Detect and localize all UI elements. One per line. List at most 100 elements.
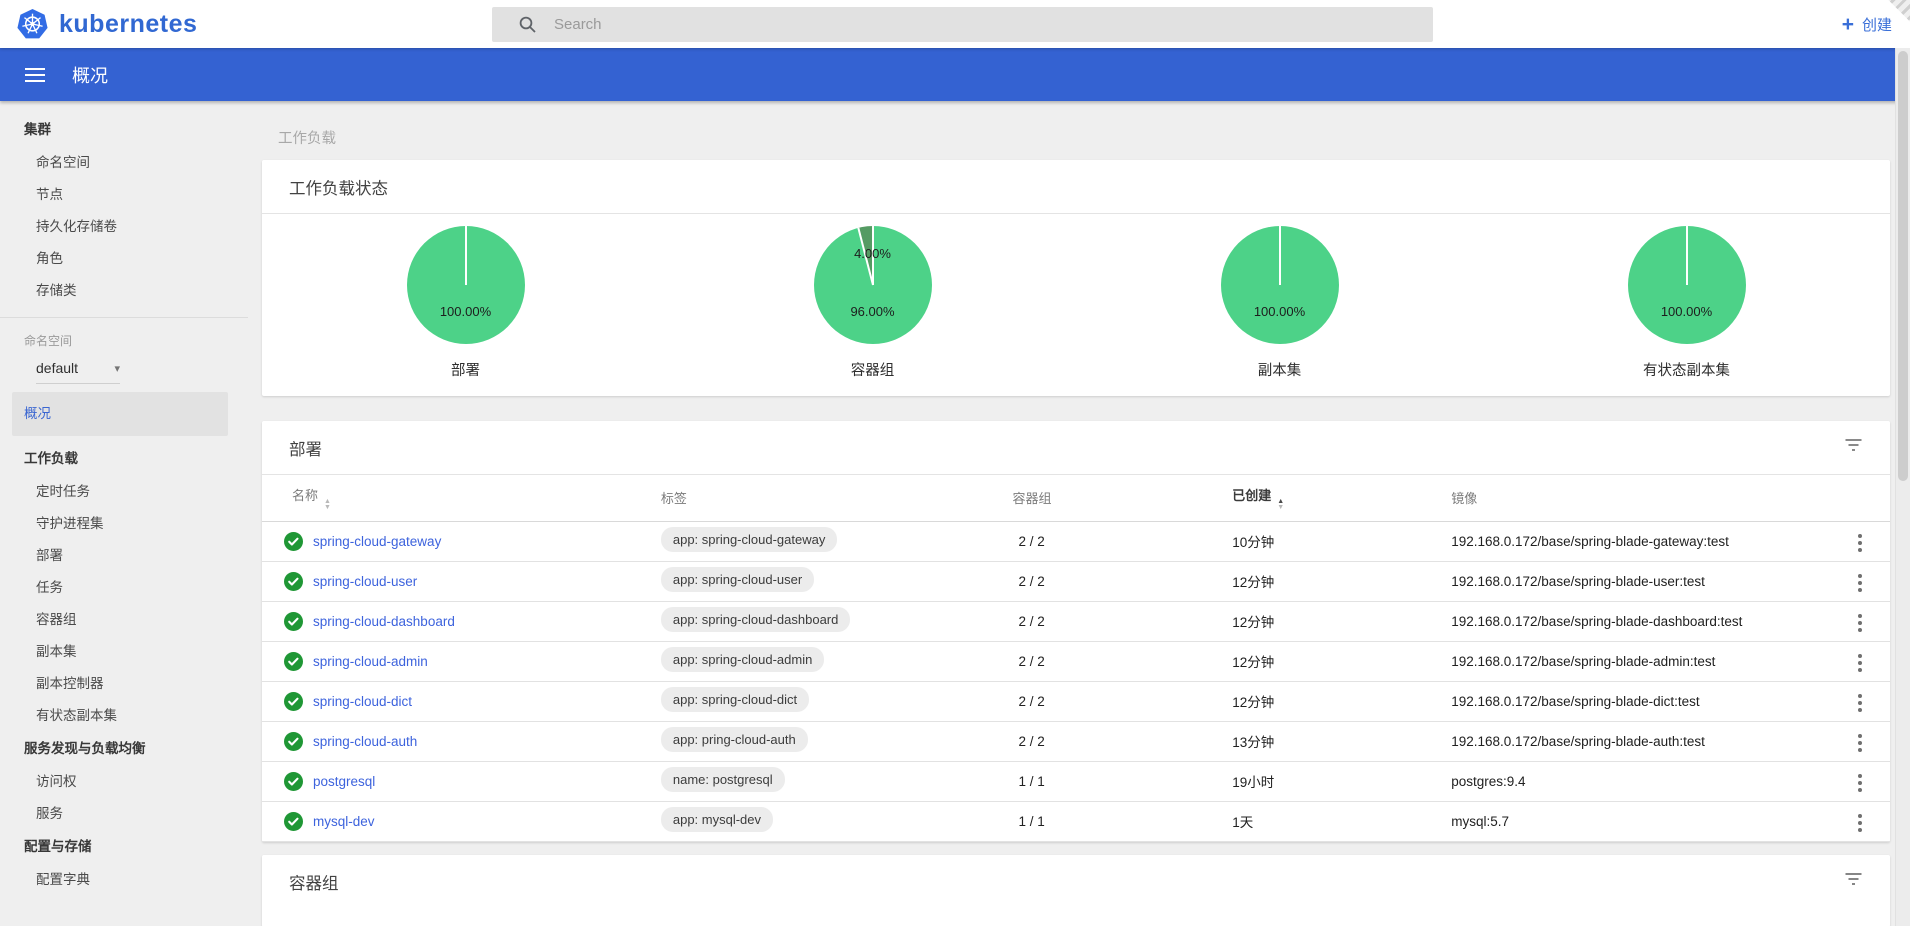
filter-icon[interactable] <box>1841 434 1866 461</box>
sort-arrows-icon: ▲▼ <box>324 499 331 511</box>
sidebar-item-10[interactable]: 工作负载 <box>0 442 248 476</box>
label-chip: name: postgresql <box>661 767 785 792</box>
breadcrumb: 工作负载 <box>262 127 1890 147</box>
sidebar-item-19[interactable]: 服务发现与负载均衡 <box>0 732 248 766</box>
namespace-select[interactable]: default▾ <box>36 360 120 384</box>
deployment-name-link[interactable]: spring-cloud-dashboard <box>313 614 455 629</box>
deployment-name-link[interactable]: spring-cloud-user <box>313 574 417 589</box>
table-row: spring-cloud-user app: spring-cloud-user… <box>262 561 1890 601</box>
sidebar-item-17[interactable]: 副本控制器 <box>0 668 248 700</box>
sidebar-item-12[interactable]: 守护进程集 <box>0 508 248 540</box>
pie-divider-line <box>1686 226 1688 285</box>
deployments-card-head: 部署 <box>262 421 1890 475</box>
deployment-name-link[interactable]: spring-cloud-admin <box>313 654 428 669</box>
sidebar-item-3[interactable]: 持久化存储卷 <box>0 211 248 243</box>
pods-count: 2 / 2 <box>1013 641 1233 681</box>
pie-percent-label: 96.00% <box>814 304 932 319</box>
sidebar-item-23[interactable]: 配置字典 <box>0 864 248 896</box>
deployments-title: 部署 <box>289 436 322 460</box>
plus-icon: + <box>1842 14 1854 35</box>
workload-pie: 100.00% 部署 <box>262 226 669 380</box>
column-header-0[interactable]: 名称 ▲▼ <box>262 475 661 521</box>
sidebar-item-9[interactable]: 概况 <box>12 392 228 436</box>
search-icon <box>518 15 537 34</box>
sidebar-item-5[interactable]: 存储类 <box>0 275 248 307</box>
workload-status-pies: 100.00%部署96.00%4.00%容器组100.00%副本集100.00%… <box>262 214 1890 396</box>
page-title: 概况 <box>72 62 108 88</box>
main-content: 工作负载 工作负载状态 100.00%部署96.00%4.00%容器组100.0… <box>248 101 1910 926</box>
deployments-table: 名称 ▲▼ 标签 容器组已创建▲▼镜像 spring-cloud-gateway ap… <box>262 475 1890 842</box>
kubernetes-logo-icon <box>16 8 49 41</box>
created-age: 13分钟 <box>1232 721 1451 761</box>
page-scrollbar[interactable] <box>1895 48 1910 926</box>
deployments-table-body: spring-cloud-gateway app: spring-cloud-g… <box>262 521 1890 841</box>
kebab-menu-icon[interactable] <box>1852 530 1868 556</box>
scrollbar-thumb[interactable] <box>1898 51 1908 481</box>
deployment-name-link[interactable]: spring-cloud-dict <box>313 694 412 709</box>
sidebar-item-13[interactable]: 部署 <box>0 540 248 572</box>
column-header-3[interactable]: 已创建▲▼ <box>1232 475 1451 521</box>
sidebar-item-14[interactable]: 任务 <box>0 572 248 604</box>
sidebar-item-4[interactable]: 角色 <box>0 243 248 275</box>
namespace-value: default <box>36 360 78 376</box>
pie-divider-line <box>1279 226 1281 285</box>
workload-pie: 96.00%4.00%容器组 <box>669 226 1076 380</box>
create-button[interactable]: + 创建 <box>1842 0 1892 48</box>
pie-percent-label: 100.00% <box>407 304 525 319</box>
kebab-menu-icon[interactable] <box>1852 610 1868 636</box>
pie-category-label: 部署 <box>451 359 480 380</box>
status-ok-icon <box>284 532 303 551</box>
pods-count: 2 / 2 <box>1013 601 1233 641</box>
sidebar-item-20[interactable]: 访问权 <box>0 766 248 798</box>
sidebar-divider <box>0 317 248 318</box>
sidebar-item-1[interactable]: 命名空间 <box>0 147 248 179</box>
image-name: 192.168.0.172/base/spring-blade-gateway:… <box>1451 521 1843 561</box>
status-ok-icon <box>284 572 303 591</box>
image-name: postgres:9.4 <box>1451 761 1843 801</box>
sidebar-item-0[interactable]: 集群 <box>0 113 248 147</box>
sidebar-item-16[interactable]: 副本集 <box>0 636 248 668</box>
label-chip: app: spring-cloud-gateway <box>661 527 837 552</box>
kebab-menu-icon[interactable] <box>1852 570 1868 596</box>
pods-card-head: 容器组 <box>262 855 1890 909</box>
sidebar-item-21[interactable]: 服务 <box>0 798 248 830</box>
kebab-menu-icon[interactable] <box>1852 690 1868 716</box>
brand[interactable]: kubernetes <box>16 8 197 41</box>
created-age: 19小时 <box>1232 761 1451 801</box>
table-row: spring-cloud-dict app: spring-cloud-dict… <box>262 681 1890 721</box>
pie-chart: 100.00% <box>1628 226 1746 344</box>
column-header-label: 名称 <box>292 488 318 503</box>
sidebar-item-11[interactable]: 定时任务 <box>0 476 248 508</box>
search-input[interactable] <box>554 7 1414 42</box>
pie-percent-label: 100.00% <box>1221 304 1339 319</box>
deployment-name-link[interactable]: spring-cloud-auth <box>313 734 417 749</box>
workload-pie: 100.00%副本集 <box>1076 226 1483 380</box>
kebab-menu-icon[interactable] <box>1852 650 1868 676</box>
pie-chart: 96.00%4.00% <box>814 226 932 344</box>
workload-pie: 100.00%有状态副本集 <box>1483 226 1890 380</box>
create-button-label: 创建 <box>1862 14 1892 35</box>
pie-chart: 100.00% <box>1221 226 1339 344</box>
kebab-menu-icon[interactable] <box>1852 770 1868 796</box>
sidebar-item-2[interactable]: 节点 <box>0 179 248 211</box>
column-header-2: 容器组 <box>1013 475 1233 521</box>
workload-status-card: 工作负载状态 100.00%部署96.00%4.00%容器组100.00%副本集… <box>262 160 1890 396</box>
column-header-label: 镜像 <box>1451 491 1477 506</box>
deployment-name-link[interactable]: mysql-dev <box>313 814 375 829</box>
kebab-menu-icon[interactable] <box>1852 730 1868 756</box>
deployment-name-link[interactable]: spring-cloud-gateway <box>313 534 441 549</box>
filter-icon[interactable] <box>1841 868 1866 895</box>
pods-count: 1 / 1 <box>1013 761 1233 801</box>
kebab-menu-icon[interactable] <box>1852 810 1868 836</box>
table-row: postgresql name: postgresql 1 / 1 19小时 p… <box>262 761 1890 801</box>
created-age: 12分钟 <box>1232 601 1451 641</box>
pods-count: 2 / 2 <box>1013 721 1233 761</box>
status-ok-icon <box>284 732 303 751</box>
table-row: spring-cloud-dashboard app: spring-cloud… <box>262 601 1890 641</box>
deployment-name-link[interactable]: postgresql <box>313 774 375 789</box>
menu-hamburger-icon[interactable] <box>25 68 45 82</box>
sidebar-item-18[interactable]: 有状态副本集 <box>0 700 248 732</box>
sidebar-item-15[interactable]: 容器组 <box>0 604 248 636</box>
sidebar-item-22[interactable]: 配置与存储 <box>0 830 248 864</box>
column-header-label: 标签 <box>661 491 687 506</box>
